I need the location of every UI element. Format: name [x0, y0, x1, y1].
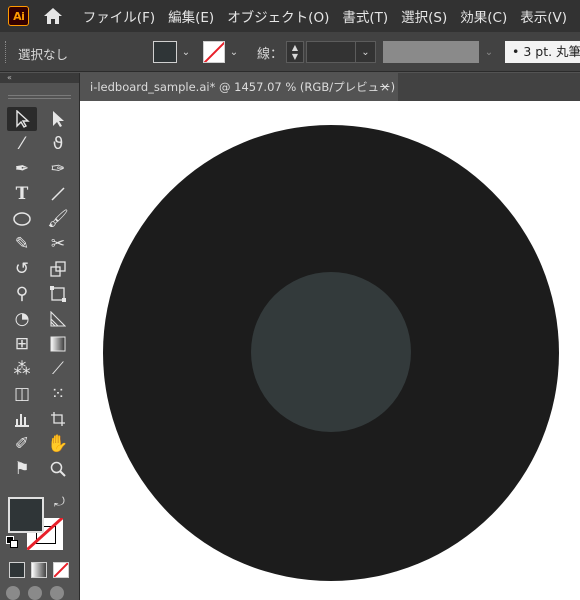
slice-tool-icon[interactable]: ✐	[7, 432, 37, 456]
scale-tool-icon[interactable]	[43, 257, 73, 281]
fill-swatch[interactable]	[153, 41, 177, 63]
stroke-width-dropdown-chevron-icon[interactable]: ⌄	[356, 41, 376, 63]
illustrator-window: Ai ファイル(F) 編集(E) オブジェクト(O) 書式(T) 選択(S) 効…	[0, 0, 580, 600]
menu-effect[interactable]: 効果(C)	[460, 6, 507, 26]
menu-object[interactable]: オブジェクト(O)	[227, 6, 329, 26]
profile-dropdown-chevron-icon[interactable]: ⌄	[481, 41, 497, 63]
artboard-canvas[interactable]	[80, 101, 580, 600]
toolbar-collapse-icon[interactable]: «	[0, 73, 79, 83]
menu-edit[interactable]: 編集(E)	[168, 6, 214, 26]
hand-tool-icon[interactable]: ✋	[43, 432, 73, 456]
measure-tool-icon[interactable]: ⟋	[43, 357, 73, 381]
variable-width-profile[interactable]	[383, 41, 479, 63]
artboard-tool-icon[interactable]	[43, 407, 73, 431]
tools-panel: « ⁄ ϑ ✒ ✑ T 🖌 ✎ ✂ ↺ ⚲ ◔ ⊞ ⁂ ⟋ ◫ ⁙ ✐ ✋ ⚑ …	[0, 73, 80, 600]
zoom-tool-icon[interactable]	[43, 457, 73, 481]
draw-normal-icon[interactable]	[6, 586, 20, 600]
document-tab-title: i-ledboard_sample.ai* @ 1457.07 % (RGB/プ…	[90, 80, 396, 94]
document-tab[interactable]: i-ledboard_sample.ai* @ 1457.07 % (RGB/プ…	[80, 73, 398, 101]
selection-tool[interactable]	[7, 107, 37, 131]
free-transform-tool-icon[interactable]	[43, 282, 73, 306]
control-bar: 選択なし ⌄ ⌄ 線： ▲ ▼ ⌄ ⌄ • 3 pt. 丸筆	[0, 32, 580, 72]
lasso-icon[interactable]: ϑ	[43, 132, 73, 156]
default-fill-stroke-icon[interactable]	[6, 536, 20, 550]
blend-tool-icon[interactable]: ◫	[7, 382, 37, 406]
draw-mode-buttons	[6, 586, 70, 600]
symbol-sprayer-tool-icon[interactable]: ⁙	[43, 382, 73, 406]
document-tab-bar: i-ledboard_sample.ai* @ 1457.07 % (RGB/プ…	[80, 73, 580, 101]
puppet-warp-tool-icon[interactable]: ⚲	[7, 282, 37, 306]
ellipse-tool-icon[interactable]	[7, 207, 37, 231]
shape-builder-tool-icon[interactable]: ◔	[7, 307, 37, 331]
menu-view[interactable]: 表示(V)	[520, 6, 567, 26]
app-logo: Ai	[8, 6, 30, 26]
stroke-width-input[interactable]	[306, 41, 356, 63]
inner-gray-circle[interactable]	[251, 272, 411, 432]
menu-type[interactable]: 書式(T)	[342, 6, 388, 26]
artwork	[103, 125, 559, 581]
panel-grip[interactable]	[5, 41, 7, 63]
column-graph-tool-icon[interactable]	[7, 407, 37, 431]
eyedropper-tool-icon[interactable]: ⁂	[7, 357, 37, 381]
menu-select[interactable]: 選択(S)	[401, 6, 447, 26]
toolbar-grip[interactable]	[8, 95, 71, 99]
brush-definition[interactable]: • 3 pt. 丸筆	[505, 41, 580, 63]
draw-inside-icon[interactable]	[50, 586, 64, 600]
stroke-dropdown-chevron-icon[interactable]: ⌄	[227, 41, 241, 63]
stroke-swatch[interactable]	[203, 41, 225, 63]
menu-bar: Ai ファイル(F) 編集(E) オブジェクト(O) 書式(T) 選択(S) 効…	[0, 0, 580, 32]
direct-selection-tool[interactable]	[43, 107, 73, 131]
scissors-tool-icon[interactable]: ✂	[43, 232, 73, 256]
menu-items: ファイル(F) 編集(E) オブジェクト(O) 書式(T) 選択(S) 効果(C…	[83, 0, 580, 32]
color-mode-button[interactable]	[9, 562, 25, 578]
paintbrush-tool-icon[interactable]: 🖌	[43, 207, 73, 231]
close-tab-icon[interactable]: ×	[380, 73, 390, 101]
fill-dropdown-chevron-icon[interactable]: ⌄	[179, 41, 193, 63]
stroke-label: 線：	[257, 47, 284, 62]
gradient-mode-button[interactable]	[31, 562, 47, 578]
none-mode-button[interactable]	[53, 562, 69, 578]
perspective-grid-tool-icon[interactable]	[43, 307, 73, 331]
curvature-tool-icon[interactable]: ✑	[43, 157, 73, 181]
selection-status: 選択なし	[18, 47, 69, 62]
menu-file[interactable]: ファイル(F)	[83, 6, 155, 26]
draw-behind-icon[interactable]	[28, 586, 42, 600]
magic-wand-icon[interactable]: ⁄	[7, 132, 37, 156]
line-tool-icon[interactable]	[43, 182, 73, 206]
flag-icon[interactable]: ⚑	[7, 457, 37, 481]
fill-color-swatch[interactable]	[8, 497, 44, 533]
gradient-tool-icon[interactable]	[43, 332, 73, 356]
pen-tool-icon[interactable]: ✒	[7, 157, 37, 181]
type-tool-icon[interactable]: T	[7, 182, 37, 206]
rotate-tool-icon[interactable]: ↺	[7, 257, 37, 281]
home-icon[interactable]	[41, 4, 64, 28]
stroke-width-spinner[interactable]: ▲ ▼	[286, 41, 304, 63]
shaper-tool-icon[interactable]: ✎	[7, 232, 37, 256]
mesh-tool-icon[interactable]: ⊞	[7, 332, 37, 356]
swap-fill-stroke-icon[interactable]: ⤾	[54, 495, 65, 510]
